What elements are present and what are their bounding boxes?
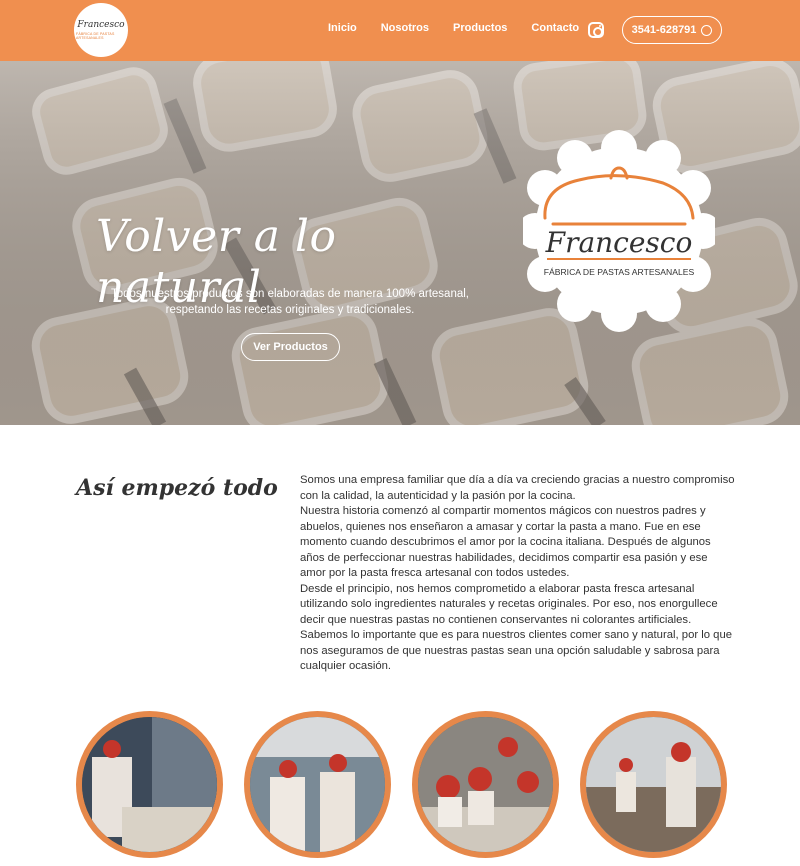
phone-button[interactable]: 3541-628791 xyxy=(622,16,722,44)
hero-section: Volver a lo natural Todos nuestros produ… xyxy=(0,61,800,425)
gallery-photo-4[interactable] xyxy=(580,711,727,858)
gallery-photo-1[interactable] xyxy=(76,711,223,858)
whatsapp-icon xyxy=(701,24,713,36)
nav-contacto[interactable]: Contacto xyxy=(531,22,579,34)
gallery-photo-2[interactable] xyxy=(244,711,391,858)
phone-number: 3541-628791 xyxy=(631,24,697,36)
header-logo-script: Francesco xyxy=(77,19,125,30)
about-paragraph-1: Somos una empresa familiar que día a día… xyxy=(300,474,735,502)
nav-inicio[interactable]: Inicio xyxy=(328,22,357,34)
hero-subtitle-line1: Todos nuestros productos son elaboradas … xyxy=(110,288,469,300)
instagram-icon[interactable] xyxy=(588,22,604,38)
about-title: Así empezó todo xyxy=(76,475,278,501)
hero-subtitle-line2: respetando las recetas originales y trad… xyxy=(165,304,415,316)
hero-logo-sub: FÁBRICA DE PASTAS ARTESANALES xyxy=(544,267,695,277)
header-logo-sub: FÁBRICA DE PASTAS ARTESANALES xyxy=(76,31,115,40)
about-text: Somos una empresa familiar que día a día… xyxy=(300,473,735,675)
hero-logo-script: Francesco xyxy=(545,226,693,259)
about-paragraph-3: Desde el principio, nos hemos comprometi… xyxy=(300,582,733,673)
hero-logo: Francesco FÁBRICA DE PASTAS ARTESANALES xyxy=(523,130,715,332)
hero-subtitle: Todos nuestros productos son elaboradas … xyxy=(100,286,480,318)
header-logo[interactable]: Francesco FÁBRICA DE PASTAS ARTESANALES xyxy=(76,5,126,55)
about-paragraph-2: Nuestra historia comenzó al compartir mo… xyxy=(300,505,711,579)
ver-productos-button[interactable]: Ver Productos xyxy=(241,333,340,361)
gallery-photo-3[interactable] xyxy=(412,711,559,858)
nav-nosotros[interactable]: Nosotros xyxy=(381,22,429,34)
nav-productos[interactable]: Productos xyxy=(453,22,507,34)
site-header: Francesco FÁBRICA DE PASTAS ARTESANALES … xyxy=(0,0,800,61)
main-nav: Inicio Nosotros Productos Contacto xyxy=(328,22,603,34)
